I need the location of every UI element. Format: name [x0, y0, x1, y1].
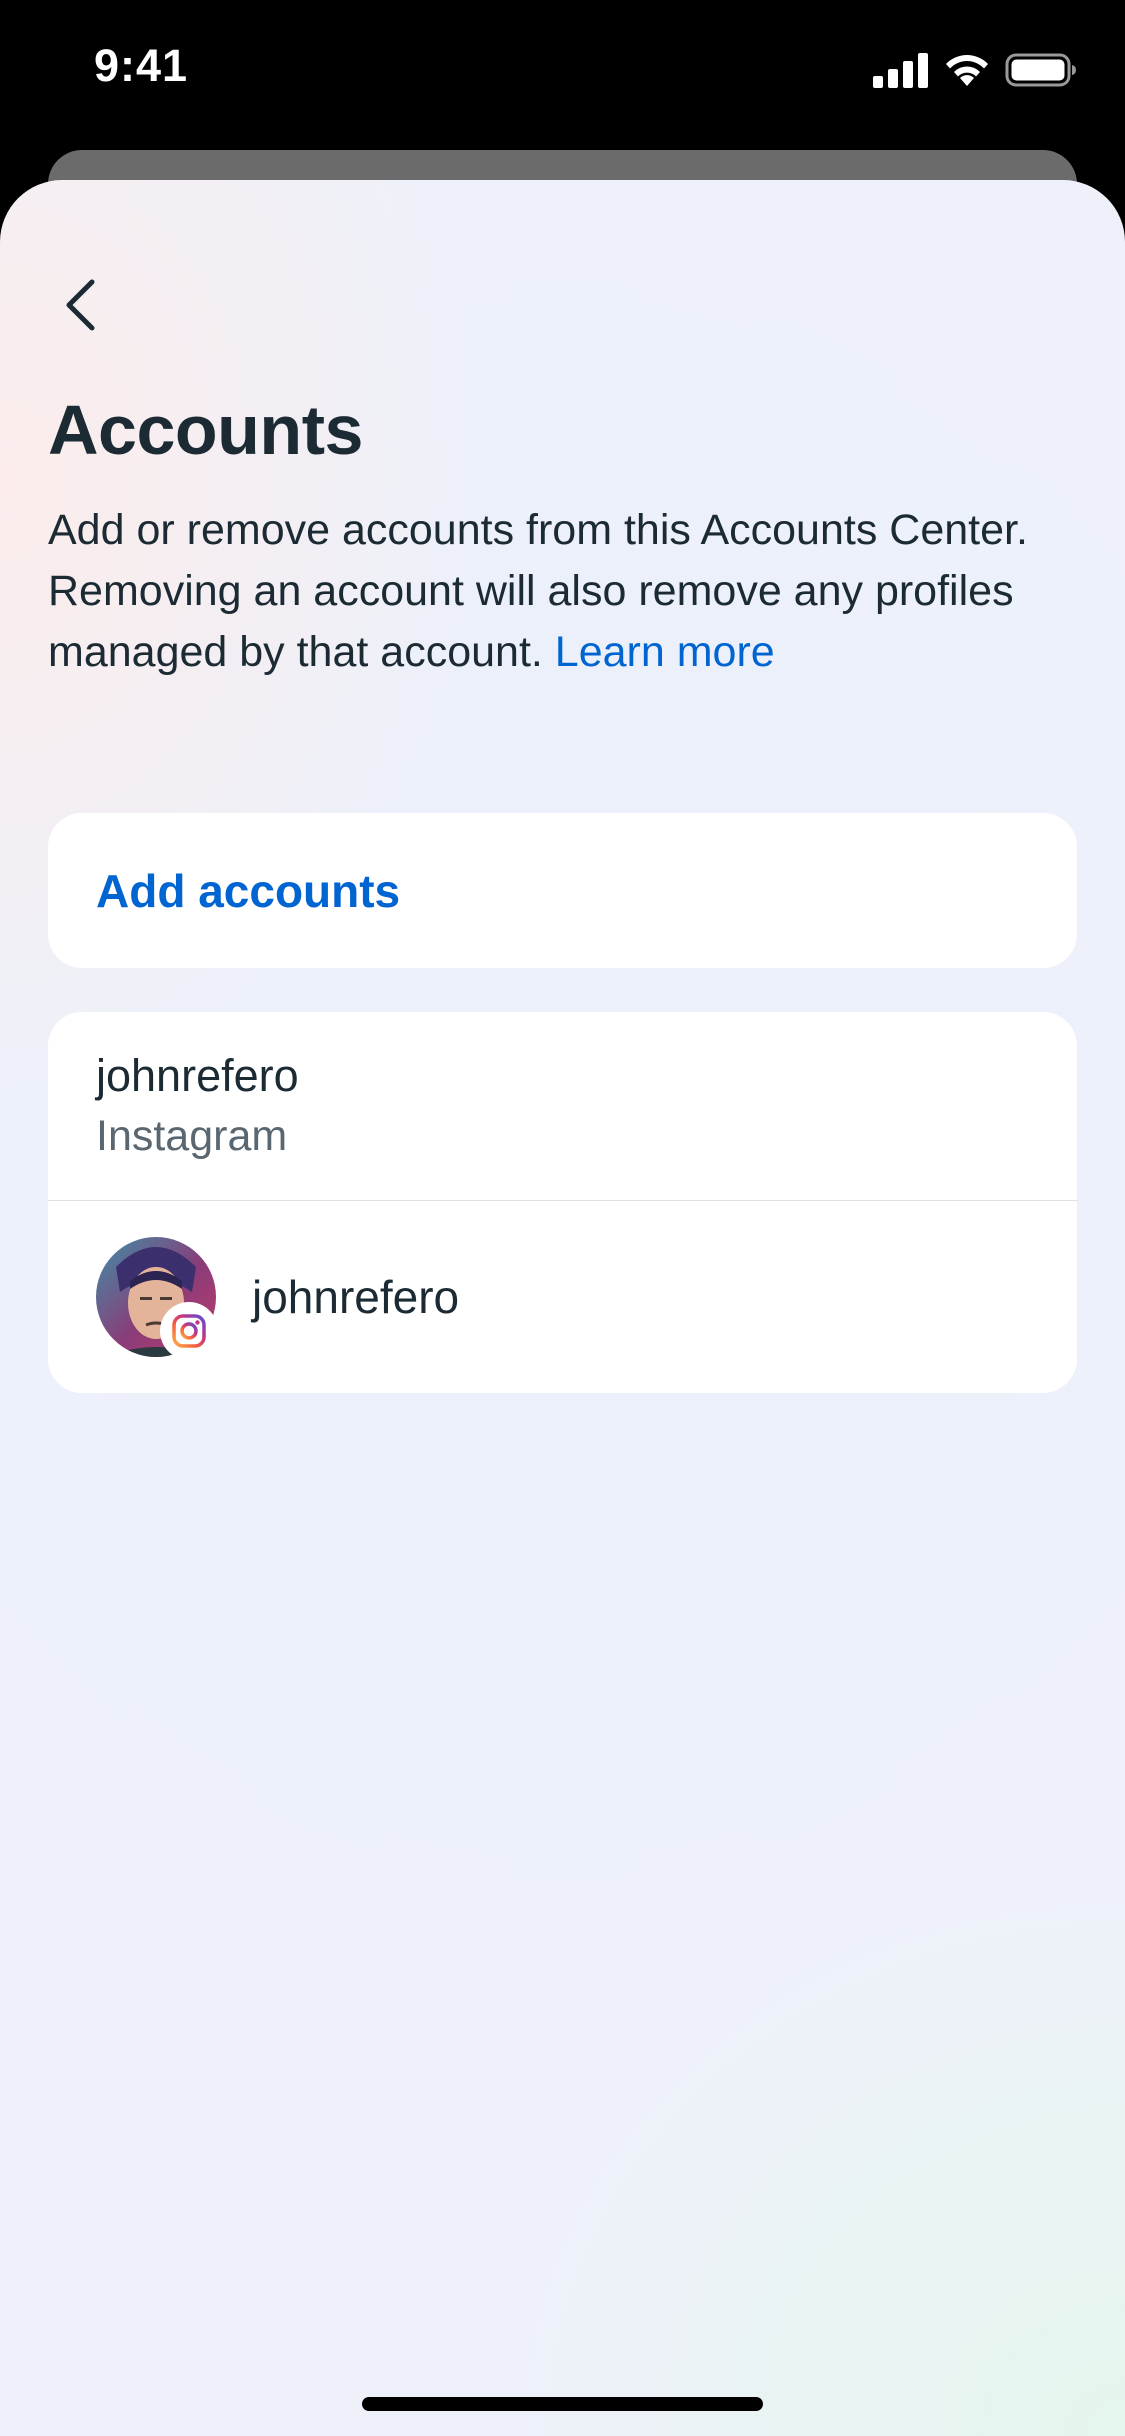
account-header[interactable]: johnrefero Instagram	[48, 1012, 1077, 1201]
description-body: Add or remove accounts from this Account…	[48, 506, 1028, 676]
add-accounts-button[interactable]: Add accounts	[48, 813, 1077, 968]
instagram-badge	[160, 1302, 218, 1360]
status-time: 9:41	[94, 40, 189, 91]
wifi-icon	[943, 52, 991, 88]
accounts-sheet: Accounts Add or remove accounts from thi…	[0, 180, 1125, 2436]
account-platform: Instagram	[96, 1112, 288, 1160]
instagram-icon	[172, 1314, 206, 1348]
add-accounts-label: Add accounts	[96, 864, 401, 917]
home-indicator[interactable]	[362, 2397, 763, 2411]
status-bar: 9:41	[0, 0, 1125, 140]
back-button[interactable]	[50, 270, 110, 340]
description-text: Add or remove accounts from this Account…	[48, 500, 1068, 683]
profile-name: johnrefero	[252, 1271, 460, 1323]
cellular-signal-icon	[873, 52, 929, 88]
chevron-left-icon	[66, 279, 95, 331]
account-card: johnrefero Instagram johnrefero	[48, 1012, 1077, 1393]
status-icons	[873, 50, 1077, 90]
account-username: johnrefero	[96, 1050, 299, 1101]
learn-more-link[interactable]: Learn more	[555, 628, 775, 676]
page-title: Accounts	[48, 391, 363, 469]
battery-icon	[1005, 52, 1077, 88]
profile-row[interactable]: johnrefero	[48, 1202, 1077, 1393]
